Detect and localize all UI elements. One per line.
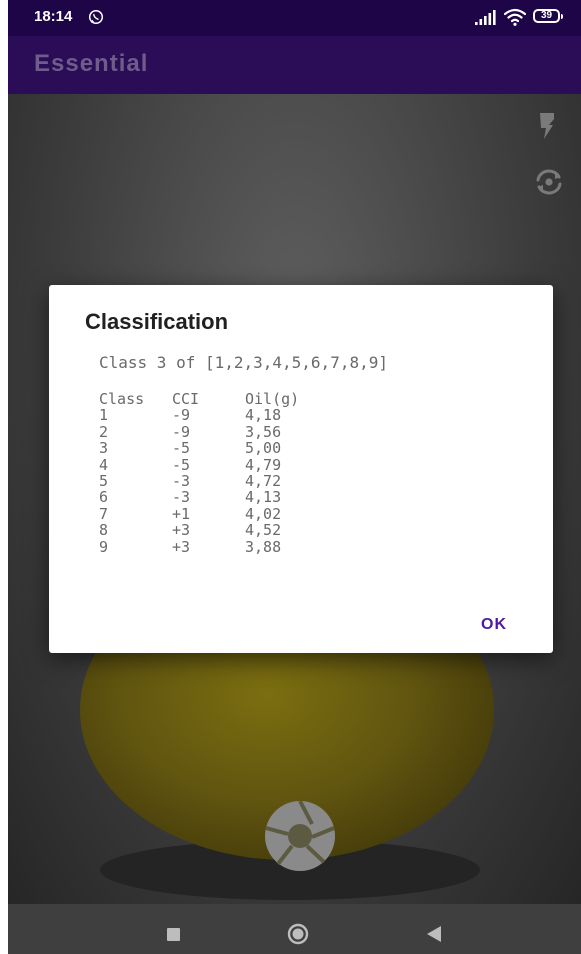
cell-oil: 4,02 xyxy=(245,504,282,523)
classification-summary: Class 3 of [1,2,3,4,5,6,7,8,9] xyxy=(99,353,388,372)
battery-icon: 39 xyxy=(533,9,563,23)
shutter-icon[interactable] xyxy=(262,798,338,874)
classification-dialog: Classification Class 3 of [1,2,3,4,5,6,7… xyxy=(49,285,553,653)
cell-oil: 4,18 xyxy=(245,406,282,425)
dialog-title: Classification xyxy=(85,309,229,334)
cell-cci: -3 xyxy=(172,472,191,491)
ok-button[interactable]: OK xyxy=(464,609,524,641)
cell-cci: -3 xyxy=(172,488,191,507)
wifi-icon xyxy=(504,8,526,26)
table-row: 2 -9 3,56 xyxy=(99,422,335,441)
column-header-class: Class xyxy=(99,390,145,408)
table-row: 7 +1 4,02 xyxy=(99,504,335,523)
table-row: 3 -5 5,00 xyxy=(99,439,335,458)
cell-oil: 5,00 xyxy=(245,439,282,458)
cell-class: 3 xyxy=(99,439,109,458)
cell-cci: +1 xyxy=(172,504,191,523)
cell-cci: +3 xyxy=(172,537,191,556)
cell-class: 8 xyxy=(99,521,109,540)
table-header-row: Class CCI Oil(g) xyxy=(99,390,335,408)
cell-class: 4 xyxy=(99,455,109,474)
cell-cci: -9 xyxy=(172,406,191,425)
cell-oil: 4,72 xyxy=(245,472,282,491)
app-bar: Essential xyxy=(8,36,581,94)
cell-cci: +3 xyxy=(172,521,191,540)
table-row: 6 -3 4,13 xyxy=(99,488,335,507)
status-time: 18:14 xyxy=(34,8,73,25)
table-row: 4 -5 4,79 xyxy=(99,455,335,474)
table-row: 9 +3 3,88 xyxy=(99,537,335,556)
cell-oil: 4,52 xyxy=(245,521,282,540)
cell-class: 5 xyxy=(99,472,109,491)
cell-class: 9 xyxy=(99,537,109,556)
back-icon[interactable] xyxy=(426,925,442,943)
cell-oil: 3,56 xyxy=(245,422,282,441)
cell-cci: -5 xyxy=(172,455,191,474)
cell-oil: 3,88 xyxy=(245,537,282,556)
nav-bar xyxy=(8,904,581,954)
recents-icon[interactable] xyxy=(167,928,180,941)
classification-table: Class CCI Oil(g) 1 -9 4,18 2 -9 3,56 3 -… xyxy=(99,391,335,555)
whatsapp-icon xyxy=(88,9,104,25)
cell-oil: 4,13 xyxy=(245,488,282,507)
column-header-oil: Oil(g) xyxy=(245,390,300,408)
table-row: 1 -9 4,18 xyxy=(99,406,335,425)
signal-icon xyxy=(475,10,496,25)
flash-icon[interactable] xyxy=(539,113,555,139)
status-bar: 18:14 39 xyxy=(8,0,581,36)
battery-level: 39 xyxy=(540,10,553,21)
cell-cci: -5 xyxy=(172,439,191,458)
cell-class: 2 xyxy=(99,422,109,441)
column-header-cci: CCI xyxy=(172,390,200,408)
table-row: 5 -3 4,72 xyxy=(99,472,335,491)
cell-cci: -9 xyxy=(172,422,191,441)
cell-class: 1 xyxy=(99,406,109,425)
table-row: 8 +3 4,52 xyxy=(99,521,335,540)
home-icon[interactable] xyxy=(287,923,309,945)
cell-oil: 4,79 xyxy=(245,455,282,474)
app-title: Essential xyxy=(34,50,149,77)
cell-class: 7 xyxy=(99,504,109,523)
switch-camera-icon[interactable] xyxy=(534,168,564,196)
cell-class: 6 xyxy=(99,488,109,507)
